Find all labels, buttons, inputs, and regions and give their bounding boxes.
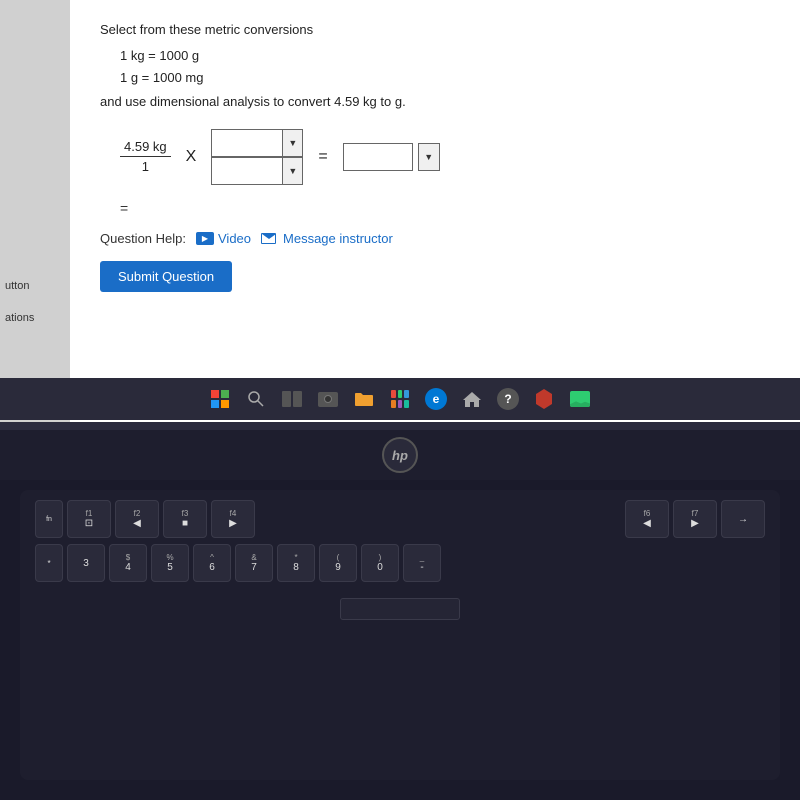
laptop-screen: utton ations Select from these metric co…: [0, 0, 800, 430]
key-minus[interactable]: _ -: [403, 544, 441, 582]
numerator-dropdown[interactable]: ▼: [282, 130, 302, 156]
laptop-bezel: hp: [0, 430, 800, 480]
message-instructor-link[interactable]: Message instructor: [261, 231, 393, 246]
fraction-numerator: 4.59 kg: [120, 139, 171, 157]
conversion-fraction: ▼ ▼: [211, 129, 303, 185]
touchpad[interactable]: [340, 598, 460, 620]
key-6[interactable]: ^ 6: [193, 544, 231, 582]
sidebar-item-1: utton: [5, 280, 29, 292]
result-dropdown[interactable]: ▼: [418, 143, 440, 171]
key-f7[interactable]: f7 ▶: [673, 500, 717, 538]
sidebar-left: utton ations: [0, 0, 70, 422]
home-icon[interactable]: [460, 387, 484, 411]
key-3[interactable]: 3: [67, 544, 105, 582]
photo-icon[interactable]: [568, 387, 592, 411]
number-key-row: * 3 $ 4 % 5 ^ 6 & 7 * 8: [35, 544, 765, 582]
key-f6[interactable]: f6 ◀: [625, 500, 669, 538]
sidebar-item-2: ations: [5, 312, 34, 324]
message-instructor-label: Message instructor: [283, 231, 393, 246]
given-fraction: 4.59 kg 1: [120, 139, 171, 174]
key-asterisk-fn[interactable]: *: [35, 544, 63, 582]
key-7[interactable]: & 7: [235, 544, 273, 582]
key-fn[interactable]: fn: [35, 500, 63, 538]
keyboard-area: fn f1 ⊡ f2 ◀ f3 ■ f4 ▶ f6 ◀: [0, 480, 800, 800]
result-container: ▼: [343, 143, 440, 171]
key-8[interactable]: * 8: [277, 544, 315, 582]
equals-symbol: =: [318, 148, 327, 166]
edge-icon[interactable]: e: [424, 387, 448, 411]
conversion-1: 1 kg = 1000 g: [120, 45, 770, 67]
key-f2[interactable]: f2 ◀: [115, 500, 159, 538]
key-arrow[interactable]: →: [721, 500, 765, 538]
folder-icon[interactable]: [352, 387, 376, 411]
key-f1[interactable]: f1 ⊡: [67, 500, 111, 538]
question-help-label: Question Help:: [100, 231, 186, 246]
video-link[interactable]: ▶ Video: [196, 231, 251, 246]
fraction-denominator: 1: [138, 157, 153, 174]
key-4[interactable]: $ 4: [109, 544, 147, 582]
numerator-input-group[interactable]: ▼: [211, 129, 303, 157]
keyboard-body: fn f1 ⊡ f2 ◀ f3 ■ f4 ▶ f6 ◀: [20, 490, 780, 780]
denominator-input-group[interactable]: ▼: [211, 157, 303, 185]
mail-icon: [261, 233, 276, 244]
windows-icon[interactable]: [208, 387, 232, 411]
taskbar: e ?: [0, 378, 800, 420]
denominator-dropdown[interactable]: ▼: [282, 158, 302, 184]
security-icon[interactable]: [532, 387, 556, 411]
problem-question: and use dimensional analysis to convert …: [100, 94, 770, 109]
video-label: Video: [218, 231, 251, 246]
fn-key-row: fn f1 ⊡ f2 ◀ f3 ■ f4 ▶ f6 ◀: [35, 500, 765, 538]
conversion-2: 1 g = 1000 mg: [120, 67, 770, 89]
key-f4[interactable]: f4 ▶: [211, 500, 255, 538]
math-area: 4.59 kg 1 X ▼ ▼ = ▼: [120, 129, 770, 185]
conversion-table: 1 kg = 1000 g 1 g = 1000 mg: [120, 45, 770, 89]
submit-button[interactable]: Submit Question: [100, 261, 232, 292]
key-5[interactable]: % 5: [151, 544, 189, 582]
problem-title: Select from these metric conversions: [100, 20, 770, 40]
key-f3[interactable]: f3 ■: [163, 500, 207, 538]
touchpad-row: [35, 598, 765, 620]
key-9[interactable]: ( 9: [319, 544, 357, 582]
hp-logo: hp: [382, 437, 418, 473]
content-area: Select from these metric conversions 1 k…: [70, 0, 800, 422]
camera-icon[interactable]: [316, 387, 340, 411]
question-help-row: Question Help: ▶ Video Message instructo…: [100, 231, 770, 246]
search-taskbar-icon[interactable]: [244, 387, 268, 411]
denominator-input[interactable]: [212, 158, 282, 184]
apps-icon[interactable]: [388, 387, 412, 411]
equals-row: =: [120, 200, 770, 216]
taskview-icon[interactable]: [280, 387, 304, 411]
numerator-input[interactable]: [212, 130, 282, 156]
result-input[interactable]: [343, 143, 413, 171]
multiply-symbol: X: [186, 148, 197, 166]
video-icon: ▶: [196, 232, 214, 245]
help-icon[interactable]: ?: [496, 387, 520, 411]
key-0[interactable]: ) 0: [361, 544, 399, 582]
